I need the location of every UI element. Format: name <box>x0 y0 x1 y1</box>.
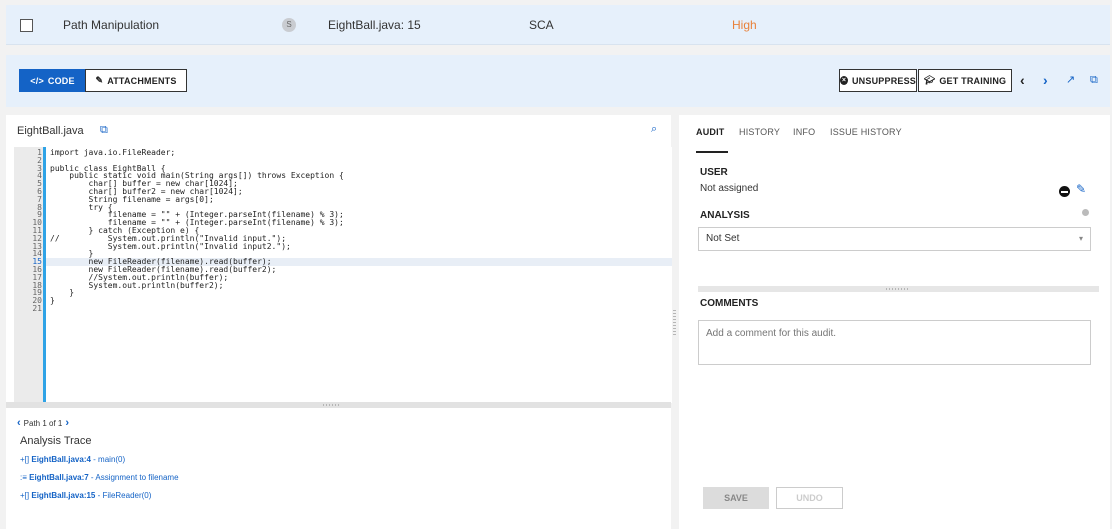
chevron-left-icon[interactable]: ‹ <box>1020 70 1025 90</box>
active-tab-indicator <box>696 151 728 153</box>
assignment-icon: :≡ <box>20 473 27 482</box>
paperclip-icon: ✎ <box>95 75 104 85</box>
analysis-select[interactable]: Not Set ▾ <box>698 227 1091 251</box>
trace-item-location[interactable]: EightBall.java:7 <box>29 473 89 482</box>
audit-panel: AUDIT HISTORY INFO ISSUE HISTORY USER No… <box>679 115 1110 529</box>
pencil-icon[interactable]: ✎ <box>1076 182 1086 196</box>
code-viewer[interactable]: 1 import java.io.FileReader; 2 3 public clas… <box>14 147 672 403</box>
splitter-grip <box>886 288 908 290</box>
trace-item-location[interactable]: EightBall.java:15 <box>31 491 95 500</box>
chevron-left-icon[interactable]: ‹ <box>17 417 21 429</box>
code-line: import java.io.FileReader; <box>50 148 176 157</box>
splitter-grip <box>323 404 341 406</box>
trace-item-location[interactable]: EightBall.java:4 <box>31 455 91 464</box>
copy-icon[interactable]: ⧉ <box>100 124 108 137</box>
severity-badge: S <box>282 18 296 32</box>
audit-splitter[interactable] <box>698 286 1099 292</box>
save-button[interactable]: SAVE <box>703 487 769 509</box>
graduation-cap-icon: 🎓︎ <box>923 75 936 85</box>
code-file-name: EightBall.java <box>17 125 84 137</box>
issue-row[interactable]: Path Manipulation S EightBall.java: 15 S… <box>6 5 1110 45</box>
code-line: } <box>50 296 55 306</box>
trace-item[interactable]: +[] EightBall.java:4 - main(0) <box>20 455 125 464</box>
chevron-right-icon[interactable]: › <box>1043 70 1048 90</box>
undo-button[interactable]: UNDO <box>776 487 843 509</box>
unsuppress-label: UNSUPPRESS <box>851 75 916 86</box>
info-icon <box>1082 209 1089 216</box>
code-panel: EightBall.java ⧉ ⌕ 1 import java.io.FileR… <box>6 115 672 529</box>
comments-label: COMMENTS <box>700 298 759 309</box>
trace-item-description: - main(0) <box>90 455 126 464</box>
path-navigator: ‹ Path 1 of 1 › <box>17 417 69 429</box>
detail-toolbar: </> CODE ✎ ATTACHMENTS × UNSUPPRESS 🎓︎ GET T… <box>6 55 1110 107</box>
trace-item-description: - FileReader(0) <box>95 491 152 500</box>
analysis-trace-title: Analysis Trace <box>20 435 92 447</box>
chevron-right-icon[interactable]: › <box>65 417 69 429</box>
tab-info[interactable]: INFO <box>793 127 815 137</box>
attachments-tab-label: ATTACHMENTS <box>107 75 177 86</box>
unsuppress-icon: × <box>840 76 848 85</box>
unsuppress-button[interactable]: × UNSUPPRESS <box>839 69 917 92</box>
copy-icon[interactable]: ⧉ <box>1090 70 1098 90</box>
function-call-icon: +[] <box>20 491 30 500</box>
get-training-label: GET TRAINING <box>939 75 1007 86</box>
code-tab-label: CODE <box>47 75 75 86</box>
code-tab-button[interactable]: </> CODE <box>19 69 86 92</box>
trace-item-description: - Assignment to filename <box>88 473 179 482</box>
issue-type: SCA <box>529 18 554 32</box>
user-value: Not assigned <box>700 183 759 194</box>
path-label: Path 1 of 1 <box>23 418 63 428</box>
trace-item[interactable]: :≡ EightBall.java:7 - Assignment to file… <box>20 473 179 482</box>
chevron-down-icon: ▾ <box>1078 234 1083 243</box>
tab-history[interactable]: HISTORY <box>739 127 780 137</box>
remove-user-icon[interactable] <box>1059 186 1070 197</box>
analysis-label: ANALYSIS <box>700 210 750 221</box>
get-training-button[interactable]: 🎓︎ GET TRAINING <box>918 69 1012 92</box>
issue-priority: High <box>732 18 757 32</box>
function-call-icon: +[] <box>20 455 30 464</box>
search-icon[interactable]: ⌕ <box>651 123 657 136</box>
code-line: System.out.println(buffer2); <box>50 280 224 290</box>
analysis-select-value: Not Set <box>706 233 740 244</box>
tab-audit[interactable]: AUDIT <box>696 127 725 137</box>
issue-category: Path Manipulation <box>63 18 160 32</box>
analysis-trace-panel: ‹ Path 1 of 1 › Analysis Trace +[] Eight… <box>6 408 671 529</box>
user-label: USER <box>700 167 728 178</box>
issue-checkbox[interactable] <box>20 19 33 32</box>
trace-item[interactable]: +[] EightBall.java:15 - FileReader(0) <box>20 491 151 500</box>
attachments-tab-button[interactable]: ✎ ATTACHMENTS <box>85 69 187 92</box>
comment-input[interactable] <box>698 320 1091 365</box>
issue-location: EightBall.java: 15 <box>328 18 421 32</box>
external-link-icon[interactable]: ↗ <box>1066 70 1075 90</box>
vertical-splitter-grip[interactable] <box>673 310 676 336</box>
code-icon: </> <box>30 75 44 86</box>
line-number: 21 <box>32 304 42 313</box>
tab-issue-history[interactable]: ISSUE HISTORY <box>830 127 902 137</box>
